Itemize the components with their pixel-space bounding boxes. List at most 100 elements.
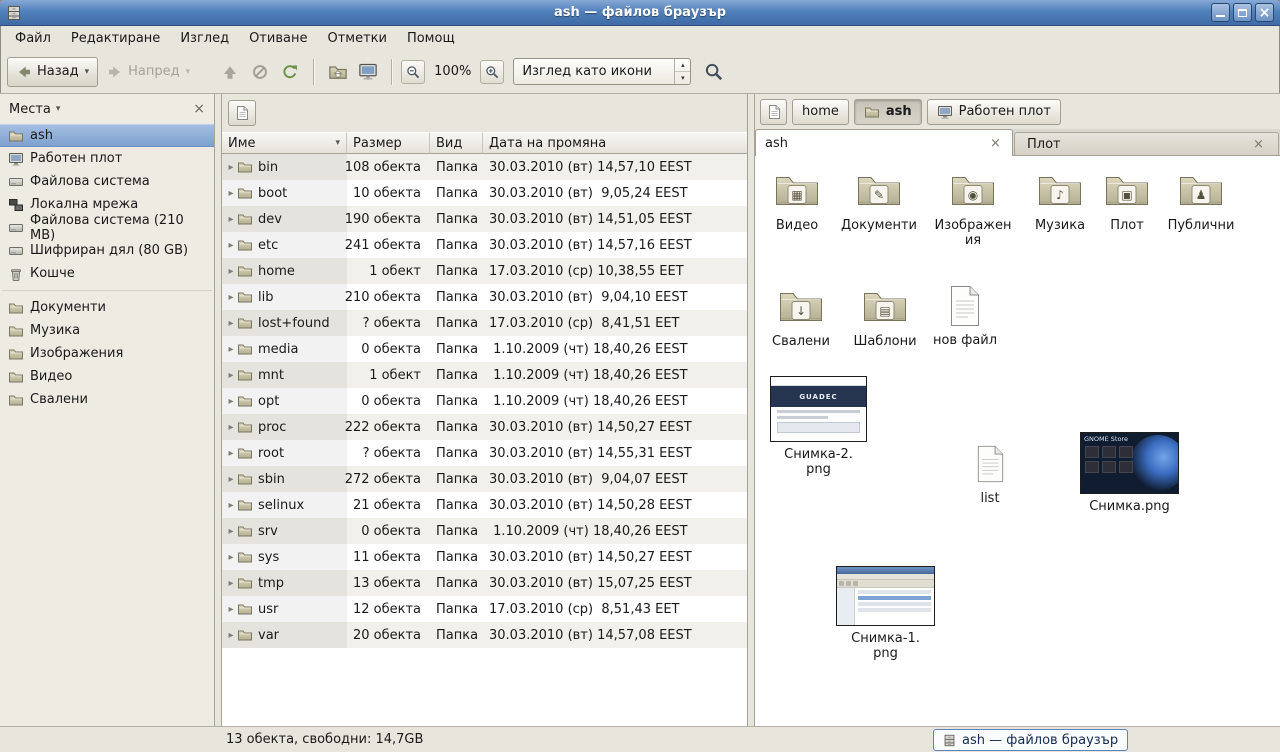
table-row[interactable]: ▸ selinux 21 обекта Папка 30.03.2010 (вт… [222,492,747,518]
zoom-in-button[interactable] [480,60,504,84]
expander-icon[interactable]: ▸ [225,448,237,459]
pathbar-button-current[interactable]: ash [854,99,922,125]
icon-view[interactable]: Видео Документи [755,156,1280,726]
spinner-down-icon[interactable]: ▾ [675,72,690,84]
table-row[interactable]: ▸ srv 0 обекта Папка 1.10.2009 (чт) 18,4… [222,518,747,544]
search-icon [704,62,724,82]
expander-icon[interactable]: ▸ [225,630,237,641]
expander-icon[interactable]: ▸ [225,292,237,303]
table-row[interactable]: ▸ proc 222 обекта Папка 30.03.2010 (вт) … [222,414,747,440]
spinner-up-icon[interactable]: ▴ [675,59,690,72]
column-header-type[interactable]: Вид [430,132,483,154]
close-button[interactable]: × [1255,3,1274,22]
tab-close-icon[interactable]: × [1251,137,1266,152]
icon-view-image-snimka[interactable]: GNOME Store Снимка.png [1079,432,1180,515]
table-row[interactable]: ▸ var 20 обекта Папка 30.03.2010 (вт) 14… [222,622,747,648]
pathbar-button-desktop[interactable]: Работен плот [927,99,1061,125]
pathbar-button-home[interactable]: home [792,99,849,125]
menubar-item[interactable]: Помощ [397,29,465,48]
sidebar-item[interactable]: Работен плот [0,147,214,170]
stop-button[interactable] [245,57,275,87]
reload-button[interactable] [275,57,305,87]
sidebar-item[interactable]: Свалени [0,388,214,411]
maximize-button[interactable] [1233,3,1252,22]
menubar-item[interactable]: Файл [5,29,61,48]
expander-icon[interactable]: ▸ [225,422,237,433]
column-header-modified[interactable]: Дата на промяна [483,132,747,154]
titlebar[interactable]: ash — файлов браузър × [0,0,1280,26]
table-row[interactable]: ▸ boot 10 обекта Папка 30.03.2010 (вт) 9… [222,180,747,206]
table-row[interactable]: ▸ etc 241 обекта Папка 30.03.2010 (вт) 1… [222,232,747,258]
table-row[interactable]: ▸ tmp 13 обекта Папка 30.03.2010 (вт) 15… [222,570,747,596]
menubar-item[interactable]: Редактиране [61,29,170,48]
expander-icon[interactable]: ▸ [225,266,237,277]
home-button[interactable] [323,57,353,87]
expander-icon[interactable]: ▸ [225,604,237,615]
cell-size: 0 обекта [347,388,430,414]
menubar-item[interactable]: Изглед [170,29,239,48]
sidebar-item[interactable]: Изображения [0,342,214,365]
column-header-name[interactable]: Име ▾ [222,132,347,154]
sidebar-item[interactable]: ash [0,124,214,147]
expander-icon[interactable]: ▸ [225,188,237,199]
sidebar-title[interactable]: Места [9,102,51,117]
expander-icon[interactable]: ▸ [225,578,237,589]
table-row[interactable]: ▸ sbin 272 обекта Папка 30.03.2010 (вт) … [222,466,747,492]
table-row[interactable]: ▸ lib 210 обекта Папка 30.03.2010 (вт) 9… [222,284,747,310]
icon-view-file-new[interactable]: нов файл [923,284,1007,349]
icon-view-file-list[interactable]: list [959,442,1021,507]
table-row[interactable]: ▸ sys 11 обекта Папка 30.03.2010 (вт) 14… [222,544,747,570]
table-row[interactable]: ▸ dev 190 обекта Папка 30.03.2010 (вт) 1… [222,206,747,232]
up-button[interactable] [215,57,245,87]
sidebar-item[interactable]: Файлова система [0,170,214,193]
sidebar-item[interactable]: Кошче [0,262,214,285]
tab-plot[interactable]: Плот × [1014,132,1279,155]
expander-icon[interactable]: ▸ [225,344,237,355]
icon-view-image-snimka1[interactable]: Снимка-1.png [835,566,936,662]
back-dropdown-icon[interactable]: ▾ [85,67,90,77]
table-row[interactable]: ▸ mnt 1 обект Папка 1.10.2009 (чт) 18,40… [222,362,747,388]
expander-icon[interactable]: ▸ [225,552,237,563]
view-mode-select[interactable]: Изглед като икони ▴ ▾ [513,58,691,85]
sidebar-dropdown-icon[interactable]: ▾ [56,104,61,114]
menubar-item[interactable]: Отметки [317,29,396,48]
expander-icon[interactable]: ▸ [225,526,237,537]
expander-icon[interactable]: ▸ [225,162,237,173]
menubar-item[interactable]: Отиване [239,29,317,48]
table-row[interactable]: ▸ home 1 обект Папка 17.03.2010 (ср) 10,… [222,258,747,284]
sidebar-item[interactable] [2,290,212,291]
search-button[interactable] [699,57,729,87]
table-row[interactable]: ▸ opt 0 обекта Папка 1.10.2009 (чт) 18,4… [222,388,747,414]
sidebar-item[interactable]: Музика [0,319,214,342]
column-header-size[interactable]: Размер [347,132,430,154]
taskbar-window-button[interactable]: ash — файлов браузър [933,729,1128,751]
tab-ash[interactable]: ash × [755,129,1013,156]
forward-dropdown-icon[interactable]: ▾ [186,67,191,77]
tab-close-icon[interactable]: × [988,136,1003,151]
minimize-button[interactable] [1211,3,1230,22]
sidebar-item[interactable]: Файлова система (210 MB) [0,216,214,239]
expander-icon[interactable]: ▸ [225,370,237,381]
expander-icon[interactable]: ▸ [225,240,237,251]
pathbar-icon-button[interactable] [760,99,787,125]
sidebar-item[interactable]: Документи [0,296,214,319]
icon-view-image-snimka2[interactable]: GUADEC Снимка-2.png [769,376,868,478]
sidebar-close-button[interactable]: × [193,102,205,116]
sidebar-item[interactable]: Шифриран дял (80 GB) [0,239,214,262]
table-row[interactable]: ▸ lost+found ? обекта Папка 17.03.2010 (… [222,310,747,336]
expander-icon[interactable]: ▸ [225,474,237,485]
table-row[interactable]: ▸ media 0 обекта Папка 1.10.2009 (чт) 18… [222,336,747,362]
pane-notes-button[interactable] [228,100,256,126]
table-row[interactable]: ▸ usr 12 обекта Папка 17.03.2010 (ср) 8,… [222,596,747,622]
back-button[interactable]: Назад ▾ [7,57,98,87]
table-row[interactable]: ▸ root ? обекта Папка 30.03.2010 (вт) 14… [222,440,747,466]
expander-icon[interactable]: ▸ [225,214,237,225]
table-row[interactable]: ▸ bin 108 обекта Папка 30.03.2010 (вт) 1… [222,154,747,180]
zoom-out-button[interactable] [401,60,425,84]
sidebar-item[interactable]: Видео [0,365,214,388]
expander-icon[interactable]: ▸ [225,318,237,329]
expander-icon[interactable]: ▸ [225,396,237,407]
forward-button[interactable]: Напред ▾ [98,57,199,87]
expander-icon[interactable]: ▸ [225,500,237,511]
computer-button[interactable] [353,57,383,87]
